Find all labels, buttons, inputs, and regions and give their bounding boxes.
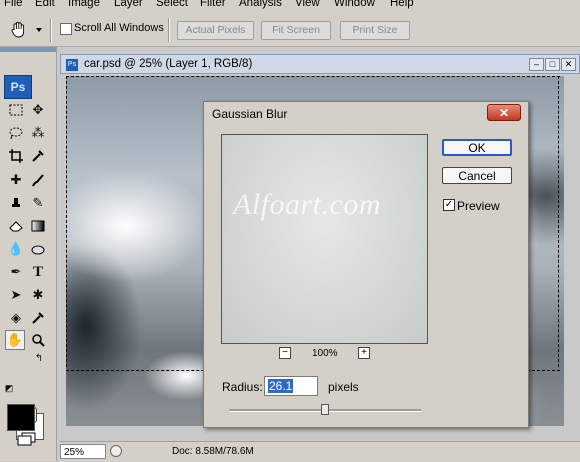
menu-image[interactable]: Image [68, 0, 100, 9]
watermark: Alfoart.com [233, 188, 381, 221]
rectangular-marquee-tool-icon[interactable] [6, 100, 26, 120]
menu-layer[interactable]: Layer [114, 0, 143, 9]
close-icon[interactable]: ✕ [561, 58, 576, 71]
selection-marquee [66, 76, 560, 77]
hand-tool-icon[interactable]: ✋ [5, 330, 25, 350]
separator [168, 18, 170, 42]
zoom-in-button[interactable]: + [358, 347, 370, 359]
tool-preset-dropdown-icon[interactable] [36, 28, 42, 32]
radius-value: 26.1 [268, 379, 294, 393]
eyedropper-tool-icon[interactable] [28, 146, 48, 166]
ok-button[interactable]: OK [442, 139, 512, 156]
preview-checkbox[interactable]: ✓ [443, 199, 455, 211]
print-size-button[interactable]: Print Size [340, 21, 410, 40]
menu-filter[interactable]: Filter [200, 0, 226, 9]
pen-tool-icon[interactable]: ✒ [6, 262, 26, 282]
menu-select[interactable]: Select [156, 0, 188, 9]
panel-header [0, 47, 56, 52]
preview-label: Preview [457, 199, 500, 213]
menu-bar: File Edit Image Layer Select Filter Anal… [0, 0, 580, 12]
minimize-icon[interactable]: – [529, 58, 544, 71]
tools-panel: Ps ✥ ⁂ ✚ ✎ 💧 ✒ T ➤ ✱ ◈ ✋ ↰ ◩ [0, 47, 57, 461]
radius-input[interactable]: 26.1 [264, 376, 318, 396]
document-status-bar: 25% Doc: 8.58M/78.6M [60, 441, 580, 462]
document-size-info: Doc: 8.58M/78.6M [172, 446, 254, 457]
gradient-tool-icon[interactable] [28, 216, 48, 236]
options-bar: Scroll All Windows Actual Pixels Fit Scr… [0, 12, 580, 47]
radius-unit: pixels [328, 380, 359, 394]
clone-stamp-tool-icon[interactable] [6, 193, 26, 213]
selection-marquee [66, 76, 67, 367]
3d-orbit-tool-icon[interactable] [28, 308, 48, 328]
magic-wand-tool-icon[interactable]: ⁂ [28, 123, 48, 143]
menu-view[interactable]: View [295, 0, 320, 9]
document-icon: Ps [66, 59, 78, 71]
lasso-tool-icon[interactable] [6, 123, 26, 143]
zoom-level-field[interactable]: 25% [60, 444, 106, 459]
zoom-out-button[interactable]: − [279, 347, 291, 359]
foreground-color-swatch[interactable] [7, 404, 35, 431]
history-brush-tool-icon[interactable]: ✎ [28, 193, 48, 213]
custom-shape-tool-icon[interactable]: ✱ [28, 285, 48, 305]
radius-slider-thumb[interactable] [321, 404, 329, 415]
3d-rotate-tool-icon[interactable]: ◈ [6, 308, 26, 328]
screen-mode-icon[interactable] [17, 432, 37, 446]
default-colors-icon[interactable]: ◩ [3, 382, 15, 394]
menu-file[interactable]: File [4, 0, 23, 9]
status-menu-icon[interactable] [110, 445, 122, 457]
path-selection-tool-icon[interactable]: ➤ [6, 285, 26, 305]
brush-tool-icon[interactable] [28, 170, 48, 190]
document-title: car.psd @ 25% (Layer 1, RGB/8) [84, 58, 253, 70]
dialog-title: Gaussian Blur [212, 107, 288, 121]
healing-brush-tool-icon[interactable]: ✚ [6, 170, 26, 190]
preview-zoom-level: 100% [312, 348, 338, 359]
zoom-tool-icon[interactable] [28, 330, 48, 350]
menu-help[interactable]: Help [390, 0, 414, 9]
swap-colors-icon[interactable]: ↰ [32, 352, 46, 364]
dodge-tool-icon[interactable] [28, 239, 48, 259]
eraser-tool-icon[interactable] [6, 216, 26, 236]
selection-marquee [558, 76, 559, 367]
fit-screen-button[interactable]: Fit Screen [261, 21, 331, 40]
cancel-button[interactable]: Cancel [442, 167, 512, 184]
scroll-all-windows-label: Scroll All Windows [74, 22, 164, 34]
separator [50, 18, 52, 42]
maximize-icon[interactable]: □ [545, 58, 560, 71]
scroll-all-windows-checkbox[interactable] [60, 23, 72, 35]
menu-window[interactable]: Window [334, 0, 375, 9]
move-tool-icon[interactable]: ✥ [28, 100, 48, 120]
hand-tool-icon[interactable] [9, 21, 29, 39]
close-icon[interactable]: ✕ [487, 104, 521, 121]
menu-edit[interactable]: Edit [35, 0, 55, 9]
blur-tool-icon[interactable]: 💧 [6, 239, 26, 259]
type-tool-icon[interactable]: T [28, 262, 48, 282]
menu-analysis[interactable]: Analysis [239, 0, 282, 9]
radius-label: Radius: [222, 380, 263, 394]
document-titlebar[interactable]: Ps car.psd @ 25% (Layer 1, RGB/8) – □ ✕ [60, 54, 580, 74]
photoshop-logo: Ps [4, 75, 32, 99]
filter-preview[interactable] [221, 134, 428, 344]
actual-pixels-button[interactable]: Actual Pixels [177, 21, 254, 40]
crop-tool-icon[interactable] [6, 146, 26, 166]
gaussian-blur-dialog: Gaussian Blur ✕ − 100% + OK Cancel ✓ Pre… [203, 101, 529, 428]
